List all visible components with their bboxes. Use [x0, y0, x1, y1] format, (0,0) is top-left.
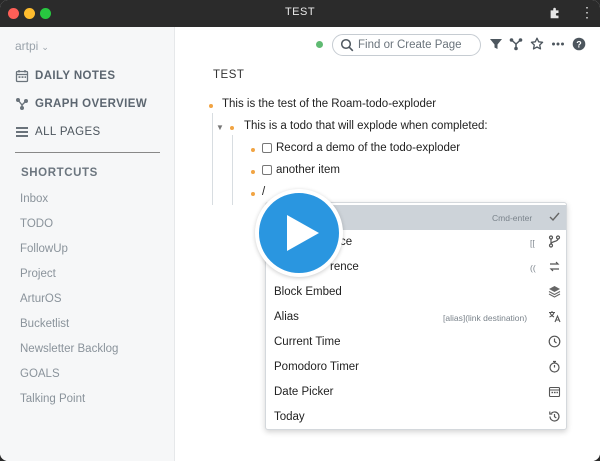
- shortcut-item[interactable]: FollowUp: [20, 243, 68, 255]
- menu-item-shortcut: Cmd-enter: [492, 213, 533, 223]
- shortcuts-heading: SHORTCUTS: [21, 167, 98, 179]
- stopwatch-icon: [549, 360, 560, 373]
- menu-item-label: Block Embed: [274, 286, 342, 298]
- svg-text:?: ?: [576, 39, 582, 49]
- block-bullet[interactable]: [251, 192, 255, 196]
- sidebar-divider: [15, 152, 160, 153]
- nav-daily-notes[interactable]: DAILY NOTES: [15, 69, 115, 83]
- block-text[interactable]: This is the test of the Roam-todo-explod…: [222, 98, 436, 110]
- nav-daily-notes-label: DAILY NOTES: [35, 70, 116, 82]
- more-options-icon[interactable]: [551, 37, 565, 51]
- block-text: another item: [276, 164, 340, 176]
- nav-graph-overview-label: GRAPH OVERVIEW: [35, 98, 148, 110]
- search-box[interactable]: [332, 34, 481, 56]
- menu-item-block-embed[interactable]: Block Embed: [266, 280, 566, 305]
- shortcut-item[interactable]: ArturOS: [20, 293, 62, 305]
- shortcut-item[interactable]: Inbox: [20, 193, 48, 205]
- menu-item-shortcut: [[: [530, 238, 535, 248]
- extension-puzzle-icon[interactable]: [548, 6, 562, 20]
- menu-item-label: Pomodoro Timer: [274, 361, 360, 373]
- search-input[interactable]: [358, 37, 476, 53]
- menu-item-label: rence: [330, 261, 359, 273]
- page-title: TEST: [213, 69, 245, 81]
- left-sidebar: artpi ⌄ DAILY NOTES GRAPH OVERVIEW ALL P…: [0, 27, 175, 461]
- block-bullet[interactable]: [230, 126, 234, 130]
- shortcut-item[interactable]: Project: [20, 268, 56, 280]
- play-icon: [287, 215, 319, 251]
- chevron-down-icon[interactable]: ▼: [216, 123, 224, 132]
- arrows-icon: [549, 261, 560, 272]
- menu-item-shortcut: [alias](link destination): [443, 313, 528, 323]
- shortcut-item[interactable]: Bucketlist: [20, 318, 69, 330]
- window-title: TEST: [284, 6, 316, 18]
- graph-switcher[interactable]: artpi ⌄: [15, 39, 49, 53]
- menu-item-alias[interactable]: Alias [alias](link destination): [266, 305, 566, 330]
- history-icon: [549, 411, 560, 422]
- block-bullet[interactable]: [209, 104, 213, 108]
- shortcut-item[interactable]: Newsletter Backlog: [20, 343, 118, 355]
- menu-item-today[interactable]: Today: [266, 405, 566, 429]
- shortcut-item[interactable]: Talking Point: [20, 393, 85, 405]
- block-editor[interactable]: /: [262, 186, 265, 198]
- translate-icon: [549, 311, 561, 323]
- indent-guide: [212, 113, 213, 205]
- app-window: TEST ⋮ artpi ⌄ DAILY NOTES GRAPH OVERVIE…: [0, 0, 600, 461]
- menu-item-shortcut: ((: [530, 263, 536, 273]
- block-text[interactable]: This is a todo that will explode when co…: [244, 120, 488, 132]
- menu-item-current-time[interactable]: Current Time: [266, 330, 566, 355]
- shortcut-item[interactable]: TODO: [20, 218, 53, 230]
- todo-checkbox[interactable]: [262, 143, 272, 153]
- clock-icon: [548, 335, 561, 348]
- nav-all-pages[interactable]: ALL PAGES: [15, 125, 101, 139]
- layers-icon: [548, 286, 561, 298]
- title-bar: TEST ⋮: [0, 0, 600, 27]
- calendar-icon: [15, 70, 29, 83]
- menu-item-pomodoro-timer[interactable]: Pomodoro Timer: [266, 355, 566, 380]
- check-icon: [549, 212, 560, 222]
- sync-status-indicator: [316, 41, 323, 48]
- menu-item-label: Today: [274, 411, 305, 423]
- shortcut-item[interactable]: GOALS: [20, 368, 60, 380]
- block-bullet[interactable]: [251, 148, 255, 152]
- menu-item-date-picker[interactable]: Date Picker: [266, 380, 566, 405]
- video-play-button[interactable]: [255, 189, 343, 277]
- filter-icon[interactable]: [489, 37, 503, 51]
- block-text: Record a demo of the todo-exploder: [276, 142, 461, 154]
- nav-all-pages-label: ALL PAGES: [35, 126, 101, 138]
- window-menu-icon[interactable]: ⋮: [580, 5, 594, 19]
- todo-checkbox[interactable]: [262, 165, 272, 175]
- chevron-down-icon: ⌄: [41, 42, 49, 52]
- list-icon: [16, 127, 28, 137]
- graph-icon: [16, 98, 28, 110]
- help-icon[interactable]: ?: [572, 37, 586, 51]
- todo-block[interactable]: Record a demo of the todo-exploder: [262, 142, 460, 154]
- branch-icon: [548, 235, 561, 248]
- menu-item-label: Date Picker: [274, 386, 334, 398]
- calendar-icon: [548, 386, 561, 398]
- graph-view-icon[interactable]: [509, 37, 523, 51]
- indent-guide: [232, 135, 233, 205]
- graph-name: artpi: [15, 39, 39, 53]
- block-bullet[interactable]: [251, 170, 255, 174]
- nav-graph-overview[interactable]: GRAPH OVERVIEW: [15, 97, 147, 111]
- menu-item-label: Alias: [274, 311, 299, 323]
- todo-block[interactable]: another item: [262, 164, 340, 176]
- search-icon: [340, 38, 354, 52]
- menu-item-label: Current Time: [274, 336, 341, 348]
- star-icon[interactable]: [530, 37, 544, 51]
